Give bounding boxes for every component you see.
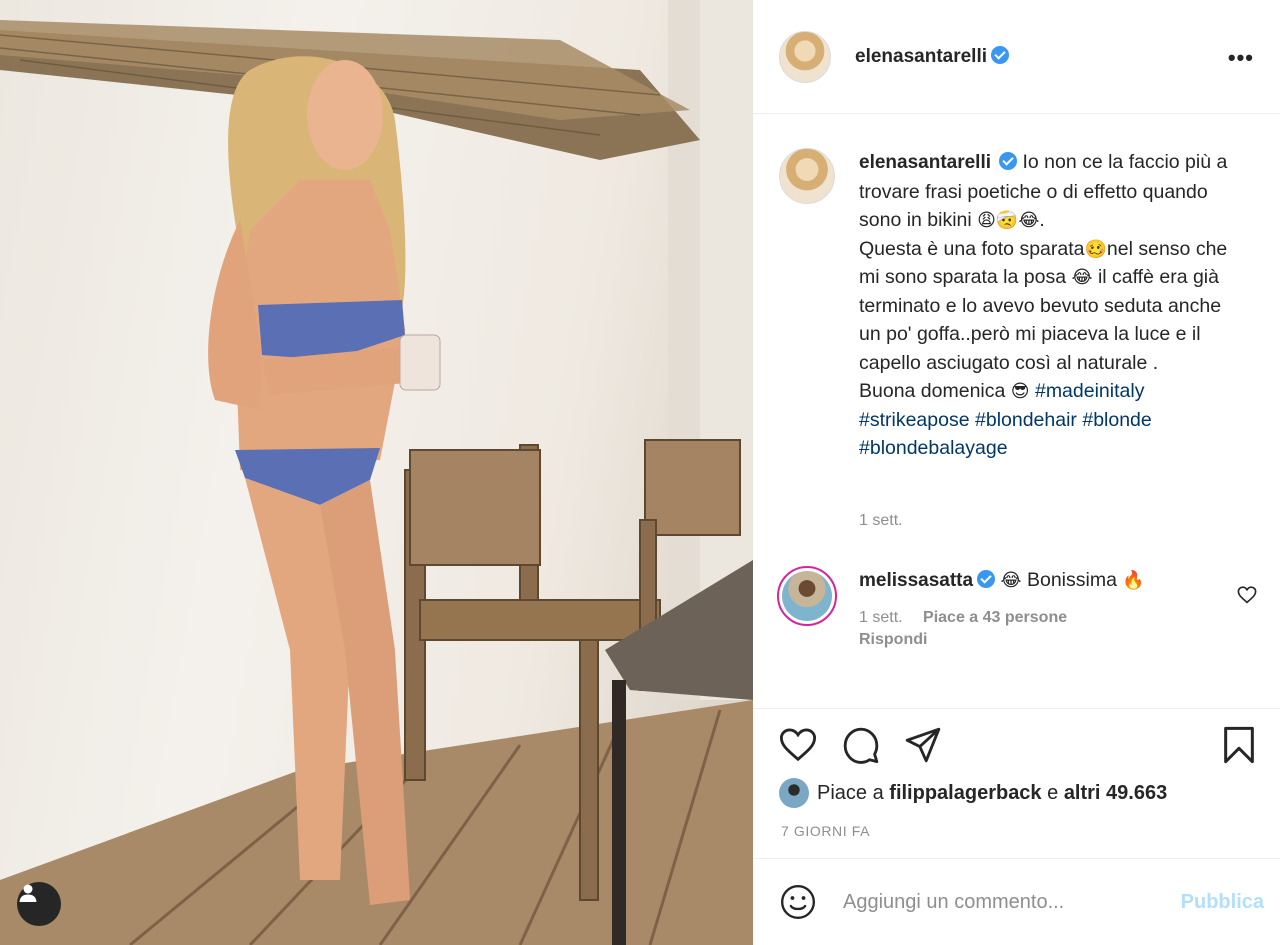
comment-meta: 1 sett. Piace a 43 persone Rispondi	[859, 609, 1145, 649]
post-side-panel: elenasantarelli ••• elenasantarelli Io n…	[753, 0, 1280, 945]
author-username-wrap: elenasantarelli	[855, 45, 1010, 68]
comment-item: melissasatta 😂 Bonissima 🔥 1 sett. Piace…	[777, 566, 1257, 649]
heart-icon[interactable]	[779, 727, 817, 763]
comment-time[interactable]: 1 sett.	[859, 609, 903, 626]
caption-emoji: 😎	[1010, 381, 1030, 401]
comment-likes[interactable]: Piace a 43 persone	[923, 609, 1067, 626]
user-icon	[19, 884, 37, 902]
comment-message: Bonissima	[1026, 569, 1117, 591]
hashtag-link[interactable]: #strikeapose	[859, 409, 970, 431]
caption-line: Questa è una foto sparata	[859, 237, 1085, 260]
tagged-users-button[interactable]	[17, 882, 61, 926]
emoji-icon[interactable]	[779, 883, 817, 921]
author-avatar[interactable]	[779, 30, 831, 83]
comment-emoji: 🔥	[1122, 570, 1145, 590]
hashtag-link[interactable]: #blondehair	[975, 409, 1077, 431]
caption-time[interactable]: 1 sett.	[859, 512, 903, 530]
likes-others-link[interactable]: altri 49.663	[1064, 782, 1167, 805]
post-date[interactable]: 7 GIORNI FA	[781, 823, 870, 839]
caption-username[interactable]: elenasantarelli	[859, 152, 991, 173]
more-options-icon[interactable]: •••	[1228, 45, 1254, 71]
likes-middle: e	[1047, 781, 1059, 804]
send-icon[interactable]	[904, 726, 942, 764]
divider	[753, 708, 1280, 709]
bookmark-icon[interactable]	[1222, 725, 1256, 765]
verified-badge-icon	[991, 45, 1010, 64]
comment-body: melissasatta 😂 Bonissima 🔥 1 sett. Piace…	[859, 566, 1145, 649]
post-photo[interactable]	[0, 0, 753, 945]
caption-emoji: 😂	[1071, 267, 1093, 287]
caption-line: Buona domenica	[859, 380, 1006, 402]
caption-text: elenasantarelli Io non ce la faccio più …	[859, 151, 1228, 459]
commenter-username[interactable]: melissasatta	[859, 570, 973, 591]
post-header: elenasantarelli •••	[753, 0, 1280, 114]
photo-illustration	[0, 0, 753, 945]
caption-emoji: 🥴	[1084, 238, 1107, 259]
comment-text: melissasatta 😂 Bonissima 🔥	[859, 566, 1145, 595]
likes-summary: Piace a filippalagerback e altri 49.663	[779, 778, 1167, 808]
publish-button[interactable]: Pubblica	[1181, 891, 1264, 914]
likes-prefix: Piace a	[817, 781, 884, 804]
liker-avatar[interactable]	[779, 778, 809, 808]
comment-like-heart-icon[interactable]	[1237, 586, 1257, 604]
reply-button[interactable]: Rispondi	[859, 631, 1129, 649]
verified-badge-icon	[999, 152, 1018, 170]
caption-emoji: 😩🤕😂	[977, 210, 1040, 230]
comment-input[interactable]	[843, 890, 1143, 914]
verified-badge-icon	[977, 570, 996, 588]
commenter-avatar[interactable]	[777, 566, 837, 626]
caption: elenasantarelli Io non ce la faccio più …	[779, 148, 1249, 463]
add-comment-bar: Pubblica	[753, 859, 1280, 945]
comment-emoji: 😂	[1000, 570, 1022, 590]
author-username[interactable]: elenasantarelli	[855, 46, 987, 67]
hashtag-link[interactable]: #blonde	[1082, 409, 1151, 431]
comment-icon[interactable]	[842, 726, 880, 764]
caption-avatar[interactable]	[779, 148, 835, 204]
liker-username[interactable]: filippalagerback	[889, 782, 1041, 805]
hashtag-link[interactable]: #blondebalayage	[859, 437, 1008, 459]
hashtag-link[interactable]: #madeinitaly	[1035, 380, 1144, 402]
